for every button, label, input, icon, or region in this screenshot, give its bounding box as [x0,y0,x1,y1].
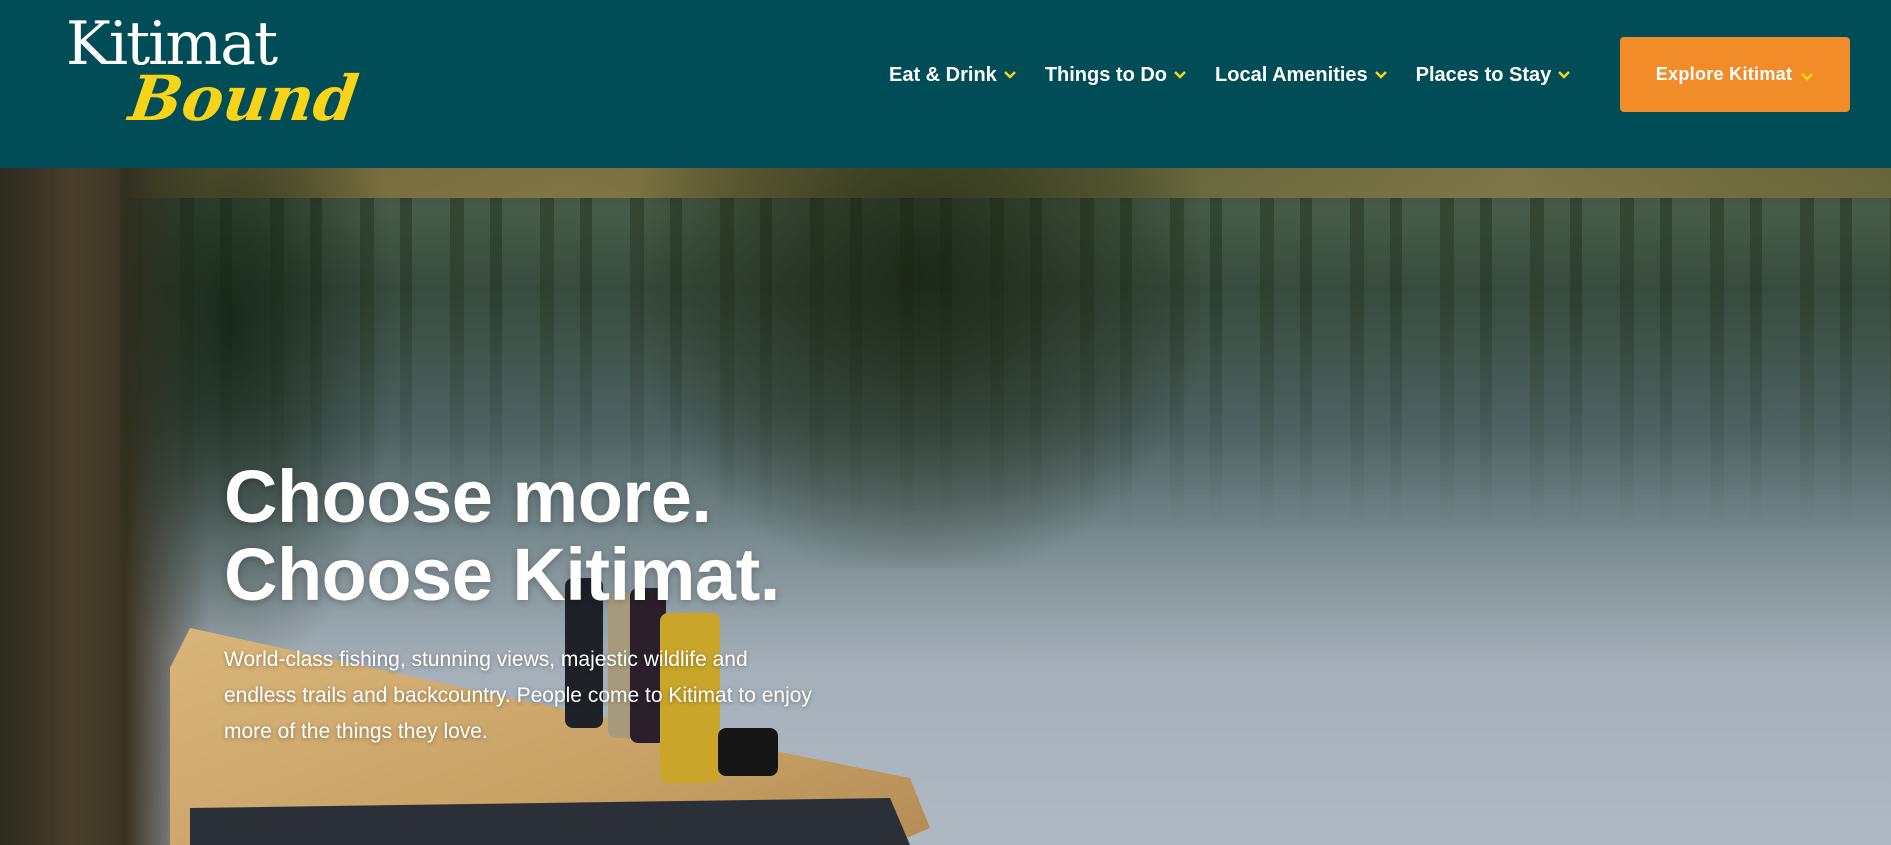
kitimat-bound-logo[interactable]: Kitimat Bound [66,14,362,136]
chevron-down-icon [1173,68,1187,82]
chevron-down-icon [1003,68,1017,82]
nav-item-label: Local Amenities [1215,63,1368,86]
nav-item-label: Things to Do [1044,63,1168,86]
hero-title: Choose more. Choose Kitimat. [224,458,864,614]
chevron-down-icon [1800,68,1814,82]
nav-item-local-amenities[interactable]: Local Amenities [1215,64,1388,87]
chevron-down-icon [1557,68,1571,82]
nav-item-eat-drink[interactable]: Eat & Drink [889,64,1017,87]
hero-section: Choose more. Choose Kitimat. World-class … [0,168,1891,845]
nav-item-label: Eat & Drink [889,63,997,86]
nav-item-places-to-stay[interactable]: Places to Stay [1416,64,1572,87]
chevron-down-icon [1374,68,1388,82]
site-header: Kitimat Bound Eat & Drink Things to Do L… [0,0,1891,168]
nav-item-label: Places to Stay [1415,63,1552,86]
hero-content: Choose more. Choose Kitimat. World-class … [224,458,864,750]
logo-text-bound: Bound [124,62,363,135]
hero-title-line-2: Choose Kitimat. [224,533,780,616]
hero-subtitle: World-class fishing, stunning views, maj… [224,648,812,743]
main-nav: Eat & Drink Things to Do Local Amenities… [889,58,1599,92]
explore-kitimat-button[interactable]: Explore Kitimat [1620,37,1850,112]
hero-title-line-1: Choose more. [224,455,712,538]
nav-item-things-to-do[interactable]: Things to Do [1045,64,1187,87]
explore-kitimat-label: Explore Kitimat [1655,64,1793,84]
